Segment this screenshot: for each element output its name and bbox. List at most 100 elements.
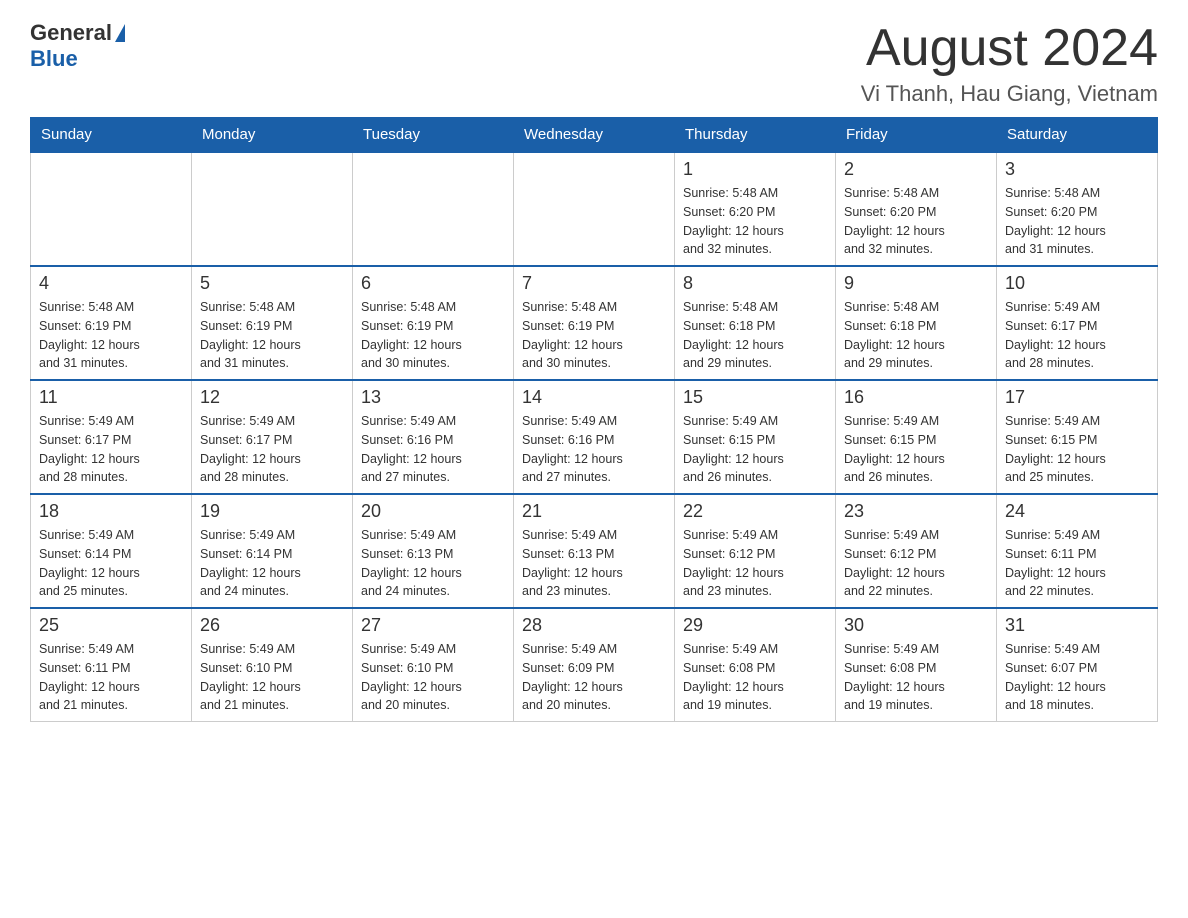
- day-info: Sunrise: 5:48 AM Sunset: 6:19 PM Dayligh…: [361, 298, 505, 373]
- day-number: 2: [844, 159, 988, 180]
- calendar-header-thursday: Thursday: [675, 118, 836, 153]
- calendar-cell: 3 Sunrise: 5:48 AM Sunset: 6:20 PM Daylig…: [997, 152, 1158, 266]
- calendar-cell: 22 Sunrise: 5:49 AM Sunset: 6:12 PM Dayli…: [675, 494, 836, 608]
- day-number: 13: [361, 387, 505, 408]
- logo-general-text: General: [30, 20, 112, 46]
- day-number: 26: [200, 615, 344, 636]
- calendar-cell: 10Sunrise: 5:49 AM Sunset: 6:17 PM Dayli…: [997, 266, 1158, 380]
- calendar-cell: 30 Sunrise: 5:49 AM Sunset: 6:08 PM Dayli…: [836, 608, 997, 722]
- day-number: 18: [39, 501, 183, 522]
- day-info: Sunrise: 5:49 AM Sunset: 6:16 PM Dayligh…: [522, 412, 666, 487]
- calendar-week-row: 25Sunrise: 5:49 AM Sunset: 6:11 PM Dayli…: [31, 608, 1158, 722]
- day-number: 28: [522, 615, 666, 636]
- day-number: 20: [361, 501, 505, 522]
- day-info: Sunrise: 5:49 AM Sunset: 6:10 PM Dayligh…: [200, 640, 344, 715]
- day-number: 16: [844, 387, 988, 408]
- calendar-table: SundayMondayTuesdayWednesdayThursdayFrid…: [30, 117, 1158, 722]
- day-info: Sunrise: 5:49 AM Sunset: 6:17 PM Dayligh…: [200, 412, 344, 487]
- day-info: Sunrise: 5:49 AM Sunset: 6:12 PM Dayligh…: [844, 526, 988, 601]
- day-info: Sunrise: 5:48 AM Sunset: 6:18 PM Dayligh…: [844, 298, 988, 373]
- calendar-week-row: 18 Sunrise: 5:49 AM Sunset: 6:14 PM Dayli…: [31, 494, 1158, 608]
- day-number: 17: [1005, 387, 1149, 408]
- day-number: 4: [39, 273, 183, 294]
- calendar-cell: 19 Sunrise: 5:49 AM Sunset: 6:14 PM Dayli…: [192, 494, 353, 608]
- calendar-cell: 23Sunrise: 5:49 AM Sunset: 6:12 PM Dayli…: [836, 494, 997, 608]
- calendar-cell: 5 Sunrise: 5:48 AM Sunset: 6:19 PM Daylig…: [192, 266, 353, 380]
- day-number: 9: [844, 273, 988, 294]
- logo-triangle-icon: [115, 24, 125, 42]
- day-number: 11: [39, 387, 183, 408]
- day-info: Sunrise: 5:49 AM Sunset: 6:15 PM Dayligh…: [844, 412, 988, 487]
- day-info: Sunrise: 5:49 AM Sunset: 6:08 PM Dayligh…: [683, 640, 827, 715]
- calendar-cell: 18 Sunrise: 5:49 AM Sunset: 6:14 PM Dayli…: [31, 494, 192, 608]
- calendar-cell: 31 Sunrise: 5:49 AM Sunset: 6:07 PM Dayli…: [997, 608, 1158, 722]
- day-number: 5: [200, 273, 344, 294]
- page-header: General Blue August 2024 Vi Thanh, Hau G…: [30, 20, 1158, 107]
- day-info: Sunrise: 5:49 AM Sunset: 6:08 PM Dayligh…: [844, 640, 988, 715]
- day-number: 8: [683, 273, 827, 294]
- calendar-subtitle: Vi Thanh, Hau Giang, Vietnam: [861, 81, 1158, 107]
- day-info: Sunrise: 5:49 AM Sunset: 6:10 PM Dayligh…: [361, 640, 505, 715]
- day-info: Sunrise: 5:49 AM Sunset: 6:15 PM Dayligh…: [1005, 412, 1149, 487]
- calendar-header-wednesday: Wednesday: [514, 118, 675, 153]
- calendar-cell: 14 Sunrise: 5:49 AM Sunset: 6:16 PM Dayli…: [514, 380, 675, 494]
- day-number: 6: [361, 273, 505, 294]
- calendar-week-row: 1 Sunrise: 5:48 AM Sunset: 6:20 PM Daylig…: [31, 152, 1158, 266]
- calendar-header-tuesday: Tuesday: [353, 118, 514, 153]
- calendar-cell: 9 Sunrise: 5:48 AM Sunset: 6:18 PM Daylig…: [836, 266, 997, 380]
- day-info: Sunrise: 5:48 AM Sunset: 6:20 PM Dayligh…: [1005, 184, 1149, 259]
- day-number: 3: [1005, 159, 1149, 180]
- calendar-cell: 24 Sunrise: 5:49 AM Sunset: 6:11 PM Dayli…: [997, 494, 1158, 608]
- day-info: Sunrise: 5:48 AM Sunset: 6:19 PM Dayligh…: [39, 298, 183, 373]
- day-number: 19: [200, 501, 344, 522]
- day-number: 14: [522, 387, 666, 408]
- title-block: August 2024 Vi Thanh, Hau Giang, Vietnam: [861, 20, 1158, 107]
- day-info: Sunrise: 5:49 AM Sunset: 6:14 PM Dayligh…: [200, 526, 344, 601]
- day-number: 25: [39, 615, 183, 636]
- calendar-cell: [192, 152, 353, 266]
- day-number: 12: [200, 387, 344, 408]
- day-info: Sunrise: 5:49 AM Sunset: 6:17 PM Dayligh…: [39, 412, 183, 487]
- calendar-cell: 7Sunrise: 5:48 AM Sunset: 6:19 PM Daylig…: [514, 266, 675, 380]
- calendar-cell: 26 Sunrise: 5:49 AM Sunset: 6:10 PM Dayli…: [192, 608, 353, 722]
- day-number: 31: [1005, 615, 1149, 636]
- day-info: Sunrise: 5:49 AM Sunset: 6:11 PM Dayligh…: [1005, 526, 1149, 601]
- calendar-cell: 4 Sunrise: 5:48 AM Sunset: 6:19 PM Daylig…: [31, 266, 192, 380]
- calendar-cell: 29 Sunrise: 5:49 AM Sunset: 6:08 PM Dayli…: [675, 608, 836, 722]
- day-number: 29: [683, 615, 827, 636]
- day-number: 21: [522, 501, 666, 522]
- day-number: 15: [683, 387, 827, 408]
- calendar-cell: 28 Sunrise: 5:49 AM Sunset: 6:09 PM Dayli…: [514, 608, 675, 722]
- calendar-title: August 2024: [861, 20, 1158, 77]
- calendar-cell: [514, 152, 675, 266]
- day-info: Sunrise: 5:49 AM Sunset: 6:15 PM Dayligh…: [683, 412, 827, 487]
- day-info: Sunrise: 5:49 AM Sunset: 6:17 PM Dayligh…: [1005, 298, 1149, 373]
- calendar-cell: 1 Sunrise: 5:48 AM Sunset: 6:20 PM Daylig…: [675, 152, 836, 266]
- day-number: 27: [361, 615, 505, 636]
- day-number: 24: [1005, 501, 1149, 522]
- day-info: Sunrise: 5:49 AM Sunset: 6:14 PM Dayligh…: [39, 526, 183, 601]
- calendar-cell: [353, 152, 514, 266]
- calendar-cell: 12 Sunrise: 5:49 AM Sunset: 6:17 PM Dayli…: [192, 380, 353, 494]
- calendar-cell: 17 Sunrise: 5:49 AM Sunset: 6:15 PM Dayli…: [997, 380, 1158, 494]
- calendar-week-row: 11 Sunrise: 5:49 AM Sunset: 6:17 PM Dayli…: [31, 380, 1158, 494]
- day-number: 30: [844, 615, 988, 636]
- calendar-cell: 11 Sunrise: 5:49 AM Sunset: 6:17 PM Dayli…: [31, 380, 192, 494]
- day-info: Sunrise: 5:49 AM Sunset: 6:12 PM Dayligh…: [683, 526, 827, 601]
- day-info: Sunrise: 5:48 AM Sunset: 6:20 PM Dayligh…: [683, 184, 827, 259]
- day-info: Sunrise: 5:48 AM Sunset: 6:19 PM Dayligh…: [522, 298, 666, 373]
- calendar-header-monday: Monday: [192, 118, 353, 153]
- day-info: Sunrise: 5:49 AM Sunset: 6:09 PM Dayligh…: [522, 640, 666, 715]
- calendar-cell: 6 Sunrise: 5:48 AM Sunset: 6:19 PM Daylig…: [353, 266, 514, 380]
- day-info: Sunrise: 5:49 AM Sunset: 6:07 PM Dayligh…: [1005, 640, 1149, 715]
- calendar-header-row: SundayMondayTuesdayWednesdayThursdayFrid…: [31, 118, 1158, 153]
- day-info: Sunrise: 5:48 AM Sunset: 6:18 PM Dayligh…: [683, 298, 827, 373]
- calendar-header-saturday: Saturday: [997, 118, 1158, 153]
- day-number: 1: [683, 159, 827, 180]
- calendar-cell: 20 Sunrise: 5:49 AM Sunset: 6:13 PM Dayli…: [353, 494, 514, 608]
- day-info: Sunrise: 5:49 AM Sunset: 6:13 PM Dayligh…: [361, 526, 505, 601]
- day-info: Sunrise: 5:48 AM Sunset: 6:19 PM Dayligh…: [200, 298, 344, 373]
- day-number: 22: [683, 501, 827, 522]
- logo: General Blue: [30, 20, 126, 72]
- calendar-cell: 8 Sunrise: 5:48 AM Sunset: 6:18 PM Daylig…: [675, 266, 836, 380]
